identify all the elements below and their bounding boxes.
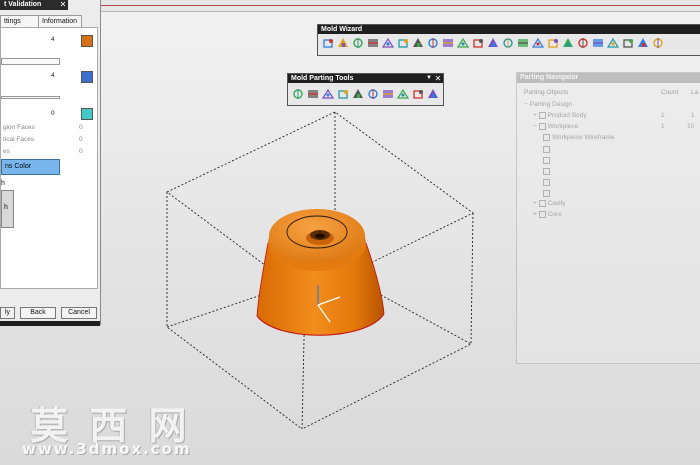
- toolbar-title: Mold Wizard: [318, 25, 700, 34]
- tree-count: 1: [661, 112, 665, 119]
- group-item: h: [4, 204, 8, 211]
- trim-icon[interactable]: [576, 36, 589, 49]
- column-header-count: Count: [661, 89, 679, 96]
- ejector-icon[interactable]: [471, 36, 484, 49]
- standard-part-icon[interactable]: [456, 36, 469, 49]
- tree-item[interactable]: − Workpiece: [533, 123, 578, 130]
- region-count-3: 0: [51, 110, 55, 117]
- color-swatch-3[interactable]: [81, 108, 93, 120]
- navigator-title: Parting Navigator: [517, 73, 700, 83]
- family-mold-icon[interactable]: [336, 36, 349, 49]
- tree-item[interactable]: [543, 190, 552, 197]
- tree-item[interactable]: + Product Body: [533, 112, 587, 119]
- column-header-layer: La: [691, 89, 699, 96]
- region-analysis-icon[interactable]: [291, 87, 304, 100]
- gate-icon[interactable]: [516, 36, 529, 49]
- tree-layer: 10: [687, 123, 695, 130]
- dialog-bottom-bar: [0, 321, 100, 326]
- define-region-icon[interactable]: [351, 87, 364, 100]
- region-count-2: 4: [51, 72, 55, 79]
- shrinkage-icon[interactable]: [366, 36, 379, 49]
- product-body: [256, 209, 385, 336]
- color-swatch-2[interactable]: [81, 71, 93, 83]
- back-button[interactable]: Back: [20, 307, 56, 319]
- mold-wizard-toolbar: Mold Wizard: [317, 24, 700, 56]
- electrode-icon[interactable]: [561, 36, 574, 49]
- tree-item[interactable]: [543, 146, 552, 153]
- pocket-icon[interactable]: [591, 36, 604, 49]
- region-count-1: 4: [51, 36, 55, 43]
- set-regions-color-button[interactable]: ns Color: [1, 159, 60, 175]
- drawing-icon[interactable]: [621, 36, 634, 49]
- validation-dialog: t Validation ✕ ttings Information 4 4 0 …: [0, 0, 101, 326]
- tree-item[interactable]: + Core: [533, 211, 562, 218]
- dialog-body: 4 4 0 gion Faces 0 tical Faces 0 es 0 ns…: [0, 27, 98, 289]
- tree-item[interactable]: [543, 168, 552, 175]
- unused-part-icon[interactable]: [651, 36, 664, 49]
- tree-layer: 1: [691, 112, 695, 119]
- group-box[interactable]: h: [1, 190, 14, 228]
- layout-icon[interactable]: [396, 36, 409, 49]
- toolbar-title: Mold Parting Tools: [288, 74, 443, 83]
- patch-icon[interactable]: [321, 87, 334, 100]
- faces-label-2: tical Faces: [3, 136, 35, 143]
- cooling-icon[interactable]: [546, 36, 559, 49]
- tree-item[interactable]: − Parting Design: [524, 101, 572, 108]
- backup-parting-icon[interactable]: [426, 87, 439, 100]
- faces-value-3: 0: [79, 148, 83, 155]
- parting-tools-icons: [291, 87, 439, 100]
- parting-icon[interactable]: [426, 36, 439, 49]
- edit-patch-icon[interactable]: [381, 87, 394, 100]
- apply-button[interactable]: ly: [0, 307, 15, 319]
- faces-value-1: 0: [79, 124, 83, 131]
- tree-item[interactable]: + Cavity: [533, 200, 566, 207]
- mold-wizard-icons: [321, 36, 664, 49]
- bom-icon[interactable]: [606, 36, 619, 49]
- curve-surface-icon[interactable]: [306, 87, 319, 100]
- tree-item[interactable]: [543, 157, 552, 164]
- faces-value-2: 0: [79, 136, 83, 143]
- define-cavity-core-icon[interactable]: [396, 87, 409, 100]
- view-manager-icon[interactable]: [636, 36, 649, 49]
- faces-label-3: es: [3, 148, 10, 155]
- split-face-icon[interactable]: [336, 87, 349, 100]
- project-init-icon[interactable]: [321, 36, 334, 49]
- cancel-button[interactable]: Cancel: [61, 307, 97, 319]
- tooling-icon[interactable]: [411, 36, 424, 49]
- tree-item[interactable]: [543, 179, 552, 186]
- tree-count: 1: [661, 123, 665, 130]
- group-label: h: [1, 180, 5, 187]
- dropdown-arrow-icon[interactable]: ▼: [426, 75, 432, 81]
- design-parting-surface-icon[interactable]: [366, 87, 379, 100]
- tree-item[interactable]: Workpiece Wireframe: [543, 134, 614, 141]
- faces-label-1: gion Faces: [3, 124, 35, 131]
- swap-model-icon[interactable]: [411, 87, 424, 100]
- sub-insert-icon[interactable]: [501, 36, 514, 49]
- csys-icon[interactable]: [351, 36, 364, 49]
- color-swatch-1[interactable]: [81, 35, 93, 47]
- parting-navigator: Parting Navigator Parting Objects Count …: [516, 72, 700, 364]
- slider-2[interactable]: [1, 96, 60, 99]
- close-icon[interactable]: ✕: [58, 0, 68, 10]
- workpiece-icon[interactable]: [381, 36, 394, 49]
- column-header-objects: Parting Objects: [524, 89, 569, 96]
- slider-lifter-icon[interactable]: [486, 36, 499, 49]
- runner-icon[interactable]: [531, 36, 544, 49]
- mold-parting-tools-toolbar: Mold Parting Tools ✕ ▼: [287, 73, 444, 106]
- close-icon[interactable]: ✕: [434, 74, 442, 83]
- slider-1[interactable]: [1, 58, 60, 65]
- moldbase-icon[interactable]: [441, 36, 454, 49]
- watermark-url: www.3dmox.com: [22, 440, 192, 458]
- dialog-title: t Validation: [0, 0, 58, 10]
